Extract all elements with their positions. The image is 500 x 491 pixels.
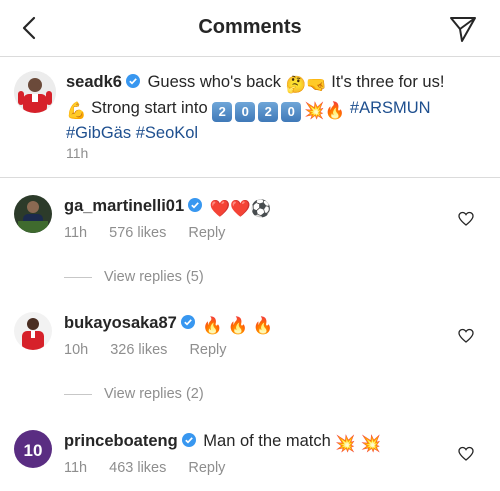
fist-bump-icon: 🤜: [306, 76, 327, 94]
year-digit: 2: [212, 101, 233, 122]
verified-badge-icon: [181, 433, 196, 447]
fire-icon: 🔥: [227, 317, 249, 335]
collision-icon: 💥: [304, 101, 325, 120]
caption-line1b: It's three for us!: [331, 73, 445, 91]
comment-body: Man of the match: [203, 432, 331, 450]
comment-username[interactable]: princeboateng: [64, 432, 178, 450]
heart-icon[interactable]: [458, 446, 474, 462]
caption-text: seadk6 Guess who's back 🤔🤜 It's three fo…: [66, 71, 486, 145]
red-heart-icon: ❤️: [230, 200, 251, 218]
comment-text: bukayosaka87 🔥 🔥 🔥: [64, 312, 273, 337]
year-digit: 0: [235, 101, 256, 122]
hashtag-link[interactable]: #ARSMUN: [350, 99, 431, 117]
caption-timestamp: 11h: [66, 145, 89, 161]
svg-text:10: 10: [24, 441, 43, 460]
red-heart-icon: ❤️: [209, 200, 231, 218]
year-digit: 0: [281, 101, 302, 122]
caption-line2: Strong start into: [91, 98, 208, 117]
comment-meta: 11h 463 likes Reply: [64, 460, 247, 476]
comment-timestamp: 10h: [64, 342, 89, 358]
fire-icon: 🔥: [202, 317, 223, 335]
comment-item: bukayosaka87 🔥 🔥 🔥 10h 326 likes Reply Vie…: [0, 296, 500, 414]
replies-divider: [64, 393, 92, 395]
likes-count[interactable]: 576 likes: [109, 225, 166, 241]
verified-badge-icon: [180, 315, 195, 329]
flexed-biceps-icon: 💪: [66, 101, 87, 120]
paper-plane-icon[interactable]: [448, 14, 478, 44]
view-replies-label: View replies (5): [104, 269, 204, 285]
caption-username[interactable]: seadk6: [66, 73, 122, 91]
fire-icon: 🔥: [252, 317, 274, 335]
verified-badge-icon: [125, 74, 140, 88]
likes-count[interactable]: 463 likes: [109, 460, 166, 476]
comment-text: ga_martinelli01 ❤️❤️⚽: [64, 195, 271, 220]
comment-timestamp: 11h: [64, 225, 88, 241]
post-caption: seadk6 Guess who's back 🤔🤜 It's three fo…: [0, 57, 500, 178]
comment-username[interactable]: ga_martinelli01: [64, 197, 184, 215]
collision-icon: 💥: [335, 435, 356, 453]
reply-button[interactable]: Reply: [189, 342, 226, 358]
soccer-ball-icon: ⚽: [250, 200, 272, 218]
reply-button[interactable]: Reply: [188, 225, 225, 241]
verified-badge-icon: [188, 198, 203, 212]
avatar[interactable]: [14, 195, 52, 233]
avatar[interactable]: 10: [14, 430, 52, 468]
collision-icon: 💥: [360, 435, 382, 453]
comments-header: Comments: [0, 0, 500, 57]
view-replies-label: View replies (2): [104, 386, 204, 402]
comment-item: ga_martinelli01 ❤️❤️⚽ 11h 576 likes Reply …: [0, 178, 500, 296]
hashtag-link[interactable]: #SeoKol: [136, 124, 198, 142]
caption-line1: Guess who's back: [147, 73, 281, 91]
page-title: Comments: [198, 16, 302, 38]
comment-timestamp: 11h: [64, 460, 88, 476]
view-replies-button[interactable]: View replies (2): [64, 386, 204, 402]
comment-meta: 10h 326 likes Reply: [64, 342, 249, 358]
avatar[interactable]: [14, 312, 52, 350]
view-replies-button[interactable]: View replies (5): [64, 269, 204, 285]
heart-icon[interactable]: [458, 211, 474, 227]
avatar[interactable]: [14, 71, 56, 113]
comment-username[interactable]: bukayosaka87: [64, 314, 177, 332]
reply-button[interactable]: Reply: [188, 460, 225, 476]
thinking-face-icon: 🤔: [285, 76, 307, 94]
heart-icon[interactable]: [458, 328, 474, 344]
hashtag-link[interactable]: #GibGäs: [66, 124, 131, 142]
year-digit: 2: [258, 101, 279, 122]
comment-text: princeboateng Man of the match 💥 💥: [64, 430, 381, 455]
fire-icon: 🔥: [324, 101, 346, 120]
replies-divider: [64, 276, 92, 278]
likes-count[interactable]: 326 likes: [110, 342, 167, 358]
comment-meta: 11h 576 likes Reply: [64, 225, 247, 241]
comment-item: 10 princeboateng Man of the match 💥 💥 11…: [0, 414, 500, 491]
